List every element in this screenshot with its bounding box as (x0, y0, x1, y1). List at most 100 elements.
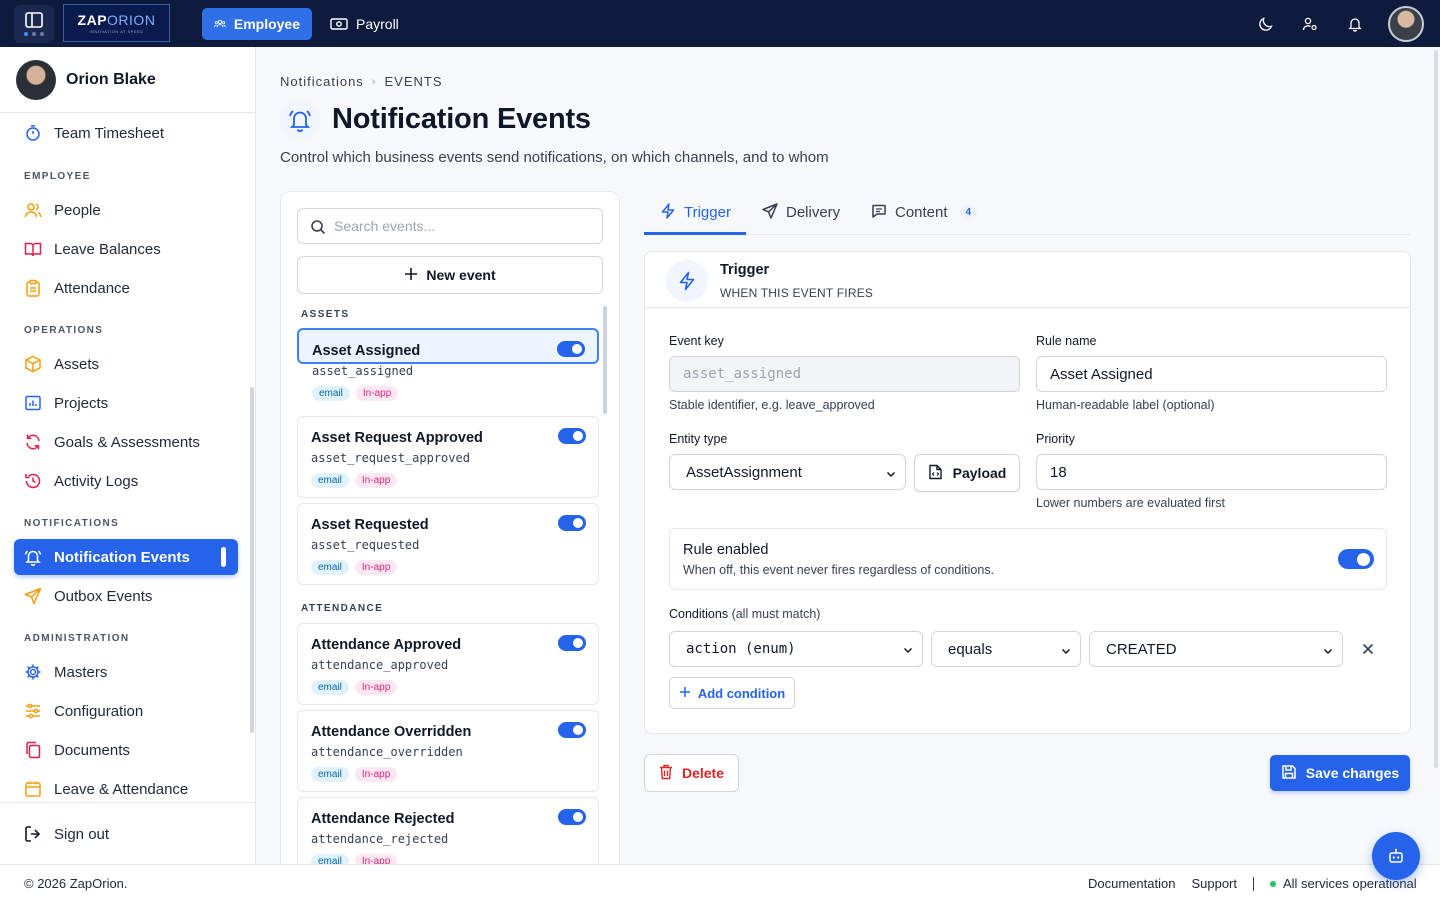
theme-toggle-button[interactable] (1256, 14, 1276, 34)
breadcrumb: Notifications › EVENTS (280, 74, 443, 89)
sidebar: Orion Blake Team Timesheet EMPLOYEE Peop… (0, 47, 256, 864)
assistant-bot-button[interactable] (1372, 832, 1420, 880)
chart-icon (24, 394, 42, 412)
sidebar-item-team-timesheet[interactable]: Team Timesheet (14, 115, 238, 151)
channel-tags: email In-app (311, 854, 398, 864)
channel-badge-inapp: In-app (355, 386, 399, 401)
cash-icon (330, 18, 348, 30)
tab-content[interactable]: Content 4 (871, 191, 978, 234)
notifications-button[interactable] (1345, 14, 1365, 34)
sidebar-item-goals-assessments[interactable]: Goals & Assessments (14, 424, 238, 460)
sidebar-item-assets[interactable]: Assets (14, 346, 238, 382)
remove-condition-button[interactable] (1361, 642, 1375, 656)
nav-payroll-button[interactable]: Payroll (318, 8, 411, 40)
breadcrumb-parent-link[interactable]: Notifications (280, 74, 364, 89)
add-condition-button[interactable]: Add condition (669, 677, 795, 709)
event-enabled-toggle[interactable] (558, 635, 586, 651)
delete-button[interactable]: Delete (644, 754, 739, 792)
rule-enabled-toggle[interactable] (1338, 549, 1374, 569)
condition-operator-select[interactable]: equals (931, 631, 1081, 667)
copy-icon (24, 741, 42, 759)
sidebar-item-people[interactable]: People (14, 192, 238, 228)
account-settings-button[interactable] (1300, 14, 1320, 34)
sidebar-item-configuration[interactable]: Configuration (14, 693, 238, 729)
rule-enabled-description: When off, this event never fires regardl… (683, 563, 995, 577)
sidebar-footer: Sign out (0, 802, 255, 843)
channel-badge-inapp: In-app (354, 767, 398, 782)
tab-count-badge: 4 (959, 205, 978, 220)
event-enabled-toggle[interactable] (558, 515, 586, 531)
payload-label: Payload (952, 465, 1007, 481)
tab-label: Content (895, 204, 948, 221)
sidebar-item-label: Masters (54, 663, 108, 681)
sidebar-section-employee: EMPLOYEE (24, 171, 91, 182)
user-name: Orion Blake (66, 71, 156, 88)
event-title: Asset Request Approved (311, 430, 483, 446)
event-card-asset-requested[interactable]: Asset Requested asset_requested email In… (297, 503, 599, 585)
event-title: Asset Requested (311, 517, 429, 533)
sidebar-item-notification-events[interactable]: Notification Events (14, 539, 238, 575)
support-link[interactable]: Support (1191, 876, 1237, 891)
sign-out-button[interactable]: Sign out (14, 816, 238, 852)
top-bar: ZAPORION INNOVATION AT SPEED Employee Pa… (0, 0, 1440, 47)
sidebar-item-activity-logs[interactable]: Activity Logs (14, 463, 238, 499)
profile-header[interactable]: Orion Blake (0, 47, 255, 113)
rule-name-field[interactable]: Asset Assigned (1036, 356, 1387, 392)
file-code-icon (928, 464, 943, 483)
event-card-attendance-overridden[interactable]: Attendance Overridden attendance_overrid… (297, 710, 599, 792)
event-enabled-toggle[interactable] (557, 341, 585, 357)
message-icon (871, 203, 887, 223)
bell-icon (24, 548, 42, 566)
nav-payroll-label: Payroll (356, 16, 399, 32)
event-enabled-toggle[interactable] (558, 428, 586, 444)
tab-trigger[interactable]: Trigger (660, 191, 731, 234)
new-event-button[interactable]: New event (297, 256, 603, 294)
search-box[interactable] (297, 208, 603, 244)
sidebar-item-label: Assets (54, 355, 100, 373)
search-input[interactable] (334, 215, 594, 237)
sidebar-item-leave-balances[interactable]: Leave Balances (14, 231, 238, 267)
event-card-attendance-approved[interactable]: Attendance Approved attendance_approved … (297, 623, 599, 705)
sidebar-section-administration: ADMINISTRATION (24, 633, 130, 644)
sidebar-item-documents[interactable]: Documents (14, 732, 238, 768)
sidebar-section-operations: OPERATIONS (24, 325, 104, 336)
plus-icon (679, 686, 691, 701)
event-card-attendance-rejected[interactable]: Attendance Rejected attendance_rejected … (297, 797, 599, 864)
channel-badge-inapp: In-app (354, 680, 398, 695)
documentation-link[interactable]: Documentation (1088, 876, 1175, 891)
sidebar-item-projects[interactable]: Projects (14, 385, 238, 421)
event-list-scrollbar[interactable] (603, 306, 607, 414)
nav-employee-button[interactable]: Employee (202, 8, 312, 40)
users-icon (24, 201, 42, 219)
page-scrollbar[interactable] (1434, 50, 1438, 768)
tab-delivery[interactable]: Delivery (762, 191, 840, 234)
sign-out-icon (24, 825, 42, 843)
event-enabled-toggle[interactable] (558, 809, 586, 825)
event-key: asset_request_approved (311, 451, 470, 465)
event-enabled-toggle[interactable] (558, 722, 586, 738)
event-card-asset-assigned[interactable]: Asset Assigned asset_assigned email In-a… (297, 328, 599, 401)
panel-toggle-button[interactable] (14, 5, 54, 43)
conditions-title: Conditions (669, 607, 729, 621)
sliders-icon (24, 702, 42, 720)
zaporion-logo[interactable]: ZAPORION INNOVATION AT SPEED (63, 4, 170, 42)
condition-field-select[interactable]: action (enum) (669, 631, 923, 667)
page-subtitle: Control which business events send notif… (280, 149, 829, 166)
payload-button[interactable]: Payload (914, 454, 1020, 492)
sidebar-item-outbox-events[interactable]: Outbox Events (14, 578, 238, 614)
sidebar-scrollbar[interactable] (250, 387, 254, 733)
footer-links: Documentation Support All services opera… (1088, 876, 1417, 891)
event-card-asset-request-approved[interactable]: Asset Request Approved asset_request_app… (297, 416, 599, 498)
condition-value: CREATED (1106, 640, 1177, 658)
priority-field[interactable]: 18 (1036, 454, 1387, 490)
condition-value-select[interactable]: CREATED (1089, 631, 1343, 667)
event-list-panel: New event ASSETS Asset Assigned asset_as… (280, 191, 620, 864)
logo-tagline: INNOVATION AT SPEED (89, 29, 144, 34)
sidebar-item-attendance[interactable]: Attendance (14, 270, 238, 306)
entity-type-select[interactable]: AssetAssignment (669, 454, 906, 490)
save-changes-button[interactable]: Save changes (1270, 755, 1410, 791)
user-avatar[interactable] (1388, 6, 1424, 42)
chevron-down-icon (1322, 644, 1334, 661)
chevron-down-icon (885, 467, 897, 484)
sidebar-item-masters[interactable]: Masters (14, 654, 238, 690)
